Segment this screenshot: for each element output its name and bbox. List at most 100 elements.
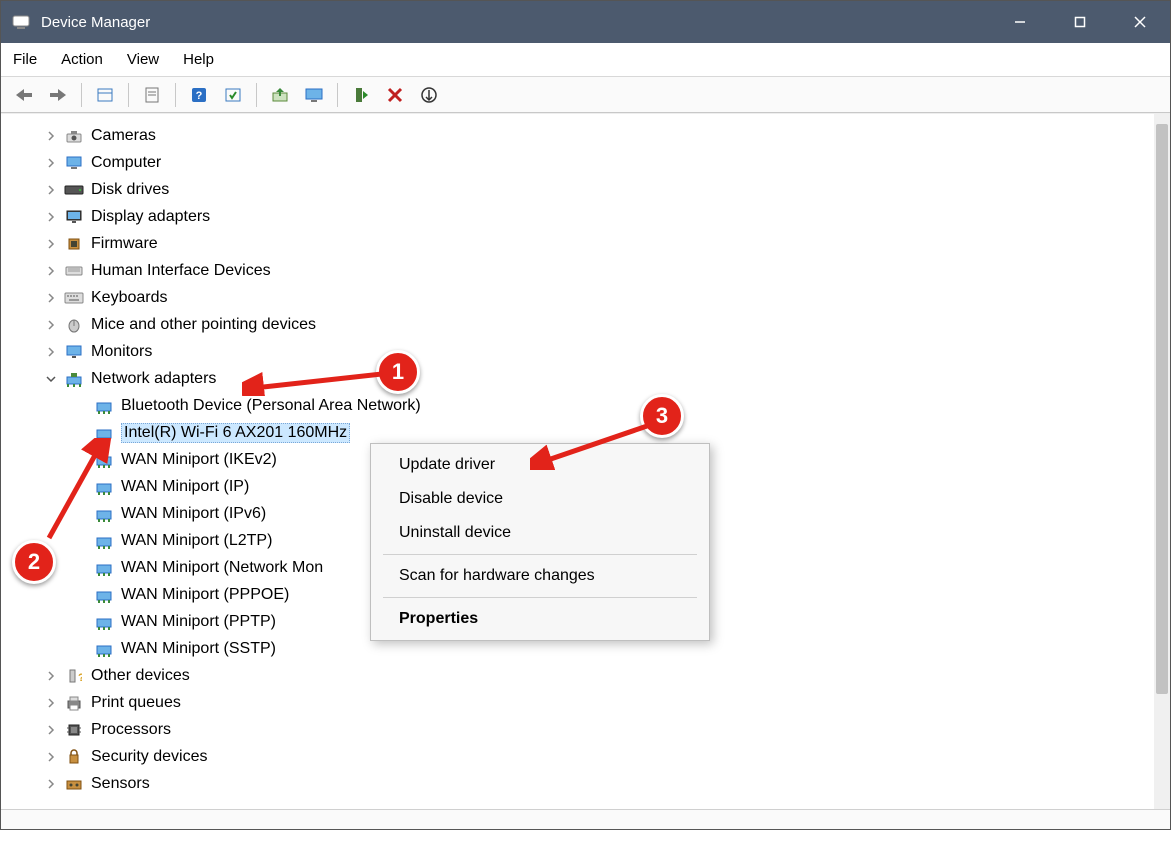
tree-category-label: Print queues xyxy=(91,694,181,712)
toolbar-separator xyxy=(337,83,338,107)
other-icon: ? xyxy=(63,667,85,685)
maximize-button[interactable] xyxy=(1050,1,1110,43)
printer-icon xyxy=(63,694,85,712)
help-button[interactable]: ? xyxy=(184,81,214,109)
chevron-right-icon[interactable] xyxy=(41,126,61,146)
tree-category[interactable]: Monitors xyxy=(41,338,1154,365)
menubar: File Action View Help xyxy=(1,43,1170,77)
context-menu-separator xyxy=(383,554,697,555)
context-menu-item[interactable]: Scan for hardware changes xyxy=(371,559,709,593)
app-icon xyxy=(11,12,31,32)
tree-category[interactable]: Keyboards xyxy=(41,284,1154,311)
tree-category-label: Sensors xyxy=(91,775,150,793)
chevron-right-icon[interactable] xyxy=(41,180,61,200)
tree-device-label: Intel(R) Wi-Fi 6 AX201 160MHz xyxy=(121,423,350,443)
tree-device[interactable]: Bluetooth Device (Personal Area Network) xyxy=(41,392,1154,419)
context-menu: Update driverDisable deviceUninstall dev… xyxy=(370,443,710,641)
context-menu-item[interactable]: Properties xyxy=(371,602,709,636)
forward-button[interactable] xyxy=(43,81,73,109)
tree-category[interactable]: Processors xyxy=(41,716,1154,743)
remote-computer-button[interactable] xyxy=(299,81,329,109)
show-hidden-button[interactable] xyxy=(90,81,120,109)
annotation-badge-2: 2 xyxy=(12,540,56,584)
menu-action[interactable]: Action xyxy=(61,51,103,68)
tree-category-label: Processors xyxy=(91,721,171,739)
tree-device-label: WAN Miniport (PPPOE) xyxy=(121,586,289,604)
security-icon xyxy=(63,748,85,766)
tree-category[interactable]: Disk drives xyxy=(41,176,1154,203)
tree-category[interactable]: Network adapters xyxy=(41,365,1154,392)
camera-icon xyxy=(63,127,85,145)
tree-category[interactable]: Display adapters xyxy=(41,203,1154,230)
chevron-right-icon[interactable] xyxy=(41,315,61,335)
menu-file[interactable]: File xyxy=(13,51,37,68)
monitor-icon xyxy=(63,343,85,361)
netcard-icon xyxy=(93,559,115,577)
context-menu-item[interactable]: Update driver xyxy=(371,448,709,482)
computer-icon xyxy=(63,154,85,172)
context-menu-item[interactable]: Uninstall device xyxy=(371,516,709,550)
chevron-right-icon[interactable] xyxy=(41,693,61,713)
annotation-badge-3: 3 xyxy=(640,394,684,438)
tree-category[interactable]: ?Other devices xyxy=(41,662,1154,689)
tree-category-label: Human Interface Devices xyxy=(91,262,271,280)
tree-category[interactable]: Human Interface Devices xyxy=(41,257,1154,284)
tree-category-label: Network adapters xyxy=(91,370,216,388)
tree-category[interactable]: Sensors xyxy=(41,770,1154,797)
menu-help[interactable]: Help xyxy=(183,51,214,68)
netcard-icon xyxy=(93,586,115,604)
tree-category[interactable]: Firmware xyxy=(41,230,1154,257)
chevron-right-icon[interactable] xyxy=(41,342,61,362)
toolbar-separator xyxy=(256,83,257,107)
tree-category-label: Disk drives xyxy=(91,181,169,199)
vertical-scrollbar[interactable] xyxy=(1154,114,1170,809)
netcard-icon xyxy=(93,478,115,496)
chevron-down-icon[interactable] xyxy=(41,369,61,389)
chevron-right-icon[interactable] xyxy=(41,774,61,794)
svg-text:?: ? xyxy=(196,90,203,102)
menu-view[interactable]: View xyxy=(127,51,159,68)
scan-button[interactable] xyxy=(218,81,248,109)
netcard-icon xyxy=(93,424,115,442)
chevron-right-icon[interactable] xyxy=(41,720,61,740)
scrollbar-thumb[interactable] xyxy=(1156,124,1168,694)
chevron-right-icon[interactable] xyxy=(41,153,61,173)
uninstall-button[interactable] xyxy=(380,81,410,109)
chevron-right-icon[interactable] xyxy=(41,261,61,281)
chevron-right-icon[interactable] xyxy=(41,288,61,308)
tree-category[interactable]: Security devices xyxy=(41,743,1154,770)
chevron-right-icon[interactable] xyxy=(41,666,61,686)
status-bar xyxy=(1,809,1170,829)
tree-category-label: Security devices xyxy=(91,748,208,766)
chevron-right-icon[interactable] xyxy=(41,234,61,254)
minimize-button[interactable] xyxy=(990,1,1050,43)
device-manager-window: Device Manager File Action View Help ? C… xyxy=(0,0,1171,830)
tree-device-label: WAN Miniport (IP) xyxy=(121,478,249,496)
tree-device-label: WAN Miniport (Network Mon xyxy=(121,559,323,577)
titlebar[interactable]: Device Manager xyxy=(1,1,1170,43)
toolbar: ? xyxy=(1,77,1170,113)
events-button[interactable] xyxy=(414,81,444,109)
tree-category[interactable]: Computer xyxy=(41,149,1154,176)
tree-device-label: WAN Miniport (IKEv2) xyxy=(121,451,277,469)
context-menu-item[interactable]: Disable device xyxy=(371,482,709,516)
close-button[interactable] xyxy=(1110,1,1170,43)
tree-device-label: Bluetooth Device (Personal Area Network) xyxy=(121,397,421,415)
tree-category[interactable]: Print queues xyxy=(41,689,1154,716)
mouse-icon xyxy=(63,316,85,334)
enable-button[interactable] xyxy=(346,81,376,109)
disk-icon xyxy=(63,181,85,199)
netcard-icon xyxy=(93,640,115,658)
tree-category[interactable]: Mice and other pointing devices xyxy=(41,311,1154,338)
chevron-right-icon[interactable] xyxy=(41,207,61,227)
back-button[interactable] xyxy=(9,81,39,109)
properties-button[interactable] xyxy=(137,81,167,109)
netcard-icon xyxy=(93,505,115,523)
tree-category-label: Display adapters xyxy=(91,208,210,226)
tree-category[interactable]: Cameras xyxy=(41,122,1154,149)
update-driver-button[interactable] xyxy=(265,81,295,109)
tree-category-label: Cameras xyxy=(91,127,156,145)
tree-device[interactable]: Intel(R) Wi-Fi 6 AX201 160MHz xyxy=(41,419,1154,446)
chevron-right-icon[interactable] xyxy=(41,747,61,767)
toolbar-separator xyxy=(175,83,176,107)
